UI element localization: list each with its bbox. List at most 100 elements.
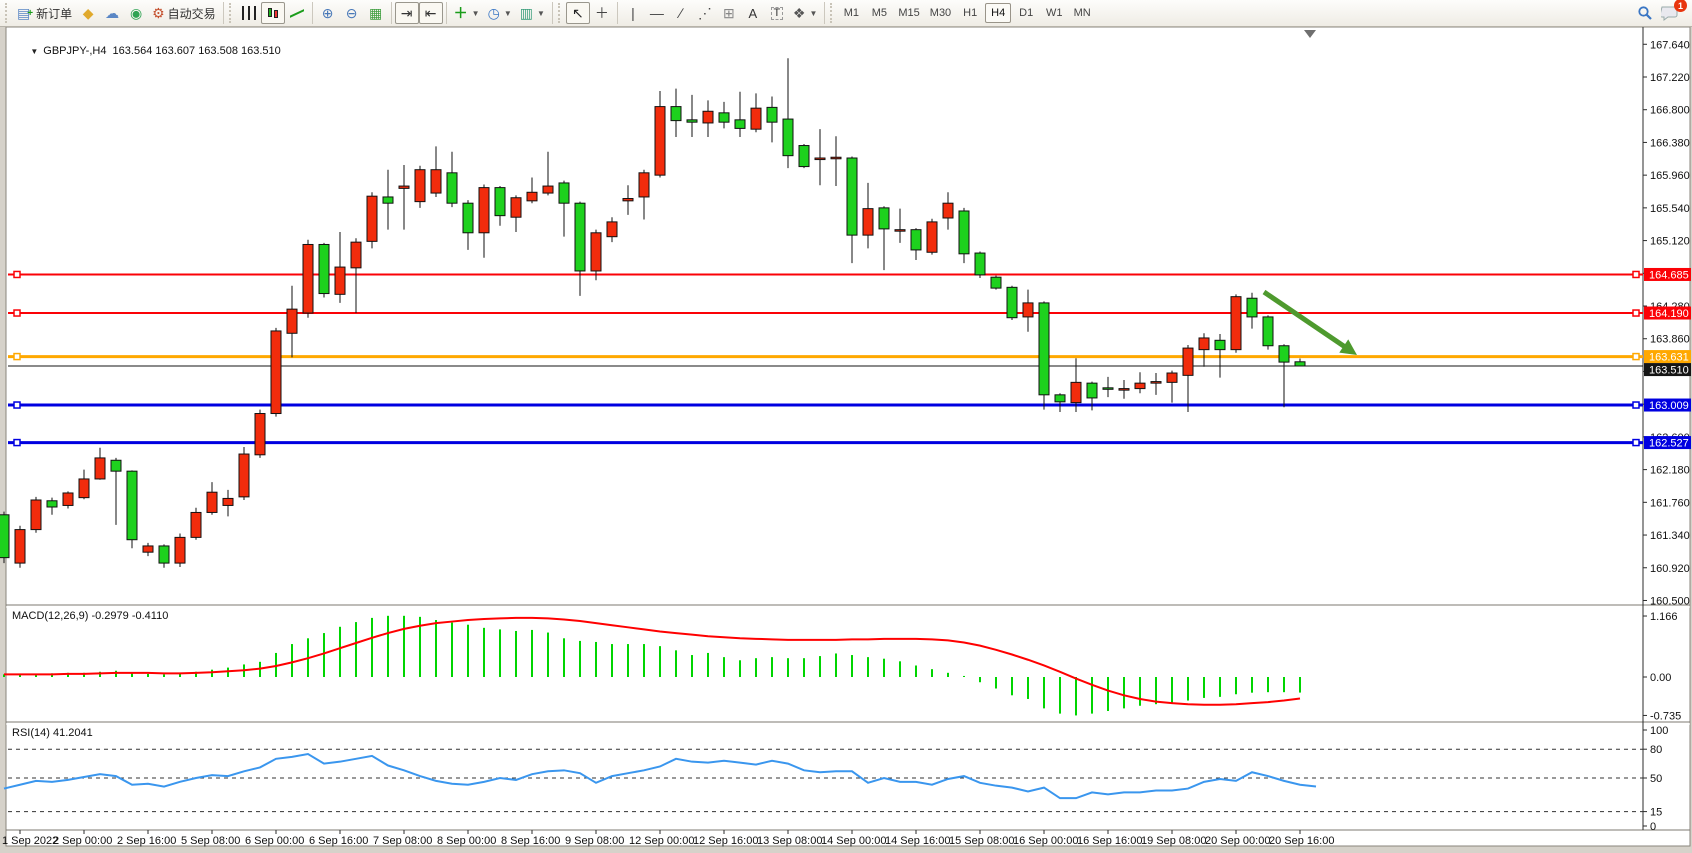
zoom-in-icon: ⊕	[322, 6, 334, 20]
svg-text:50: 50	[1650, 773, 1662, 785]
candlestick-chart-button[interactable]	[261, 2, 285, 24]
timeframe-m30[interactable]: M30	[926, 3, 955, 23]
robot-icon: ⚙	[152, 6, 165, 20]
fibonacci-tool[interactable]: ⋰	[693, 2, 717, 24]
period-button[interactable]: ◷▼	[484, 2, 516, 24]
svg-text:7 Sep 08:00: 7 Sep 08:00	[373, 835, 432, 847]
svg-text:161.760: 161.760	[1650, 497, 1690, 509]
cursor-tool-button[interactable]: ↖	[566, 2, 590, 24]
toolbar-separator	[446, 2, 447, 24]
crosshair-tool-button[interactable]: ＋	[590, 2, 614, 24]
line-chart-icon	[290, 6, 304, 20]
timeframe-mn[interactable]: MN	[1069, 3, 1095, 23]
svg-text:5 Sep 08:00: 5 Sep 08:00	[181, 835, 240, 847]
svg-text:12 Sep 16:00: 12 Sep 16:00	[693, 835, 758, 847]
chevron-down-icon: ▼	[504, 9, 512, 18]
svg-text:166.380: 166.380	[1650, 137, 1690, 149]
chart-title: ▼GBPJPY-,H4 163.564 163.607 163.508 163.…	[12, 33, 281, 69]
svg-text:162.180: 162.180	[1650, 465, 1690, 477]
svg-text:160.920: 160.920	[1650, 563, 1690, 575]
bar-chart-button[interactable]	[237, 2, 261, 24]
toolbar-grip[interactable]	[229, 3, 235, 23]
add-indicator-button[interactable]: ＋▼	[450, 2, 484, 24]
trendline-tool[interactable]: ∕	[669, 2, 693, 24]
timeframe-m5[interactable]: M5	[866, 3, 892, 23]
timeframe-w1[interactable]: W1	[1041, 3, 1067, 23]
toolbar-separator	[312, 2, 313, 24]
signal-icon: ◉	[130, 6, 142, 20]
chevron-down-icon: ▼	[472, 9, 480, 18]
auto-trading-button[interactable]: ⚙ 自动交易	[148, 2, 220, 24]
svg-text:167.220: 167.220	[1650, 72, 1690, 84]
new-order-button[interactable]: ▤+ 新订单	[13, 2, 76, 24]
svg-text:0.00: 0.00	[1650, 672, 1671, 684]
svg-text:-0.735: -0.735	[1650, 710, 1681, 722]
svg-text:163.631: 163.631	[1649, 352, 1689, 364]
chevron-down-icon[interactable]: ▼	[30, 47, 38, 56]
svg-text:166.800: 166.800	[1650, 105, 1690, 117]
svg-text:2 Sep 00:00: 2 Sep 00:00	[53, 835, 112, 847]
notifications-button[interactable]: 1	[1657, 2, 1682, 24]
svg-text:165.120: 165.120	[1650, 236, 1690, 248]
template-button[interactable]: ▥▼	[516, 2, 549, 24]
grid-icon: ⊞	[723, 6, 735, 20]
toolbar-grip[interactable]	[830, 3, 836, 23]
shapes-tool[interactable]: ❖▼	[789, 2, 821, 24]
toolbar-separator	[824, 2, 825, 24]
macd-indicator-label: MACD(12,26,9) -0.2979 -0.4110	[12, 610, 168, 622]
add-indicator-icon: ＋	[454, 6, 468, 20]
timeframe-d1[interactable]: D1	[1013, 3, 1039, 23]
svg-text:16 Sep 16:00: 16 Sep 16:00	[1077, 835, 1142, 847]
svg-text:15: 15	[1650, 807, 1662, 819]
line-chart-button[interactable]	[285, 2, 309, 24]
toolbar-separator	[391, 2, 392, 24]
signal-button[interactable]: ◉	[124, 2, 148, 24]
svg-text:15 Sep 08:00: 15 Sep 08:00	[949, 835, 1014, 847]
vertical-line-tool[interactable]: |	[621, 2, 645, 24]
timeframe-h1[interactable]: H1	[957, 3, 983, 23]
zoom-out-button[interactable]: ⊖	[340, 2, 364, 24]
trendline-icon: ∕	[680, 6, 682, 20]
timeframe-m1[interactable]: M1	[838, 3, 864, 23]
paint-bucket-button[interactable]: ◆	[76, 2, 100, 24]
toolbar-separator	[223, 2, 224, 24]
svg-text:165.960: 165.960	[1650, 170, 1690, 182]
auto-scroll-button[interactable]: ⇥	[395, 2, 419, 24]
price-chart[interactable]: 167.640 167.220 166.800 166.380 165.960 165.5…	[0, 27, 1692, 853]
zoom-in-button[interactable]: ⊕	[316, 2, 340, 24]
chevron-down-icon: ▼	[809, 9, 817, 18]
text-tool[interactable]: A	[741, 2, 765, 24]
svg-text:12 Sep 00:00: 12 Sep 00:00	[629, 835, 694, 847]
svg-text:165.540: 165.540	[1650, 203, 1690, 215]
svg-text:163.009: 163.009	[1649, 400, 1689, 412]
text-icon: A	[749, 7, 758, 20]
chart-shift-button[interactable]: ⇤	[419, 2, 443, 24]
svg-text:164.190: 164.190	[1649, 308, 1689, 320]
template-icon: ▥	[520, 6, 533, 20]
toolbar-grip[interactable]	[558, 3, 564, 23]
tile-windows-button[interactable]: ▦	[364, 2, 388, 24]
horizontal-line-icon: —	[650, 6, 664, 20]
search-button[interactable]	[1633, 2, 1657, 24]
svg-text:6 Sep 16:00: 6 Sep 16:00	[309, 835, 368, 847]
toolbar-grip[interactable]	[5, 3, 11, 23]
auto-trading-label: 自动交易	[168, 5, 216, 22]
svg-text:0: 0	[1650, 821, 1656, 833]
svg-text:167.640: 167.640	[1650, 39, 1690, 51]
svg-text:20 Sep 00:00: 20 Sep 00:00	[1205, 835, 1270, 847]
chevron-down-icon: ▼	[537, 9, 545, 18]
svg-text:16 Sep 00:00: 16 Sep 00:00	[1013, 835, 1078, 847]
svg-text:163.510: 163.510	[1649, 365, 1689, 377]
timeframe-m15[interactable]: M15	[894, 3, 923, 23]
plus-icon: +	[27, 8, 33, 19]
text-label-tool[interactable]: T	[765, 2, 789, 24]
svg-text:163.860: 163.860	[1650, 334, 1690, 346]
shapes-icon: ❖	[793, 6, 806, 20]
bar-chart-icon	[242, 6, 256, 20]
publisher-button[interactable]: ☁	[100, 2, 124, 24]
grid-tool[interactable]: ⊞	[717, 2, 741, 24]
chart-window: 167.640 167.220 166.800 166.380 165.960 165.5…	[0, 27, 1692, 853]
horizontal-line-tool[interactable]: —	[645, 2, 669, 24]
timeframe-h4[interactable]: H4	[985, 3, 1011, 23]
tile-windows-icon: ▦	[369, 6, 382, 20]
